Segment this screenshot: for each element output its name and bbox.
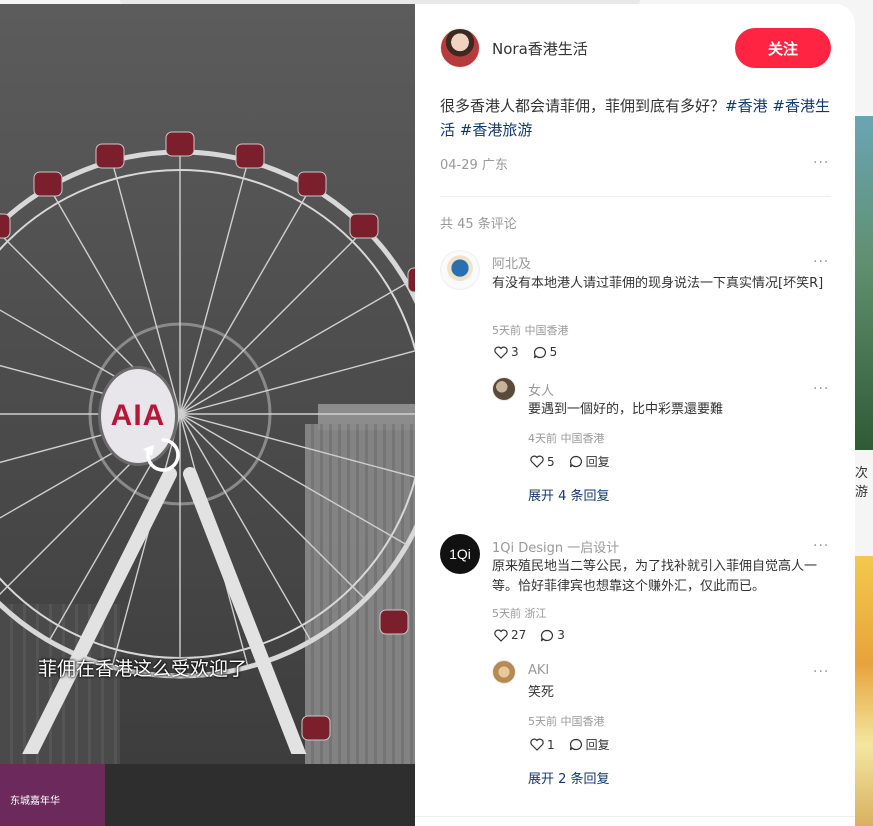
- reply-location: 中国香港: [560, 432, 605, 445]
- reply-label: 回复: [585, 455, 610, 469]
- comment-author[interactable]: 1Qi Design 一启设计: [492, 537, 619, 556]
- heart-icon: [494, 346, 508, 359]
- reply-actions: 5 回复: [530, 453, 624, 470]
- aia-logo: AIA: [110, 399, 166, 432]
- like-count: 3: [511, 345, 519, 359]
- comment-bubble-icon: [569, 738, 582, 751]
- comment-actions: 3 5: [494, 345, 571, 359]
- post-tag[interactable]: #香港: [725, 97, 768, 115]
- comment-avatar[interactable]: [440, 250, 480, 290]
- like-count: 27: [511, 628, 527, 642]
- like-count: 1: [547, 737, 555, 752]
- event-banner-text: 东城嘉年华: [10, 796, 60, 807]
- reply-avatar[interactable]: [492, 660, 516, 684]
- note-detail-panel: Nora香港生活 关注 很多香港人都会请菲佣，菲佣到底有多好？#香港 #香港生活…: [415, 4, 855, 826]
- comment-count: 共 45 条评论: [440, 217, 517, 232]
- author-info[interactable]: Nora香港生活: [440, 28, 588, 68]
- comment-bubble-icon: [541, 629, 554, 641]
- background-note-caption: 次游: [855, 466, 869, 500]
- comment-text: 原来殖民地当二等公民，为了找补就引入菲佣自觉高人一等。恰好菲律宾也想靠这个赚外汇…: [492, 559, 818, 594]
- reply-text: 要遇到一個好的，比中彩票還要難: [528, 402, 724, 417]
- event-banner: 东城嘉年华: [0, 764, 105, 826]
- post-date: 04-29: [440, 158, 478, 173]
- comment-avatar-text: 1Qi: [449, 546, 471, 562]
- author-name[interactable]: Nora香港生活: [492, 38, 588, 59]
- reply-actions: 1 回复: [530, 736, 624, 753]
- comment-time: 5天前: [492, 324, 521, 337]
- comment-location: 浙江: [524, 607, 547, 620]
- like-button[interactable]: 3: [494, 345, 519, 359]
- comment-meta: 5天前 浙江: [492, 605, 547, 621]
- expand-replies-button[interactable]: 展开 4 条回复: [528, 485, 610, 504]
- divider: [415, 816, 855, 817]
- reply-button[interactable]: 回复: [569, 736, 610, 753]
- reply-time: 5天前: [528, 715, 557, 728]
- divider: [440, 196, 831, 197]
- post-content: 很多香港人都会请菲佣，菲佣到底有多好？#香港 #香港生活 #香港旅游: [440, 94, 830, 142]
- reply-location: 中国香港: [560, 715, 605, 728]
- comment-meta: 5天前 中国香港: [492, 322, 569, 338]
- like-count: 5: [547, 454, 555, 469]
- reply-meta: 5天前 中国香港: [528, 713, 605, 729]
- post-location: 广东: [481, 158, 508, 173]
- like-button[interactable]: 5: [530, 455, 555, 469]
- comment-bubble-icon: [569, 455, 582, 468]
- reply-meta: 4天前 中国香港: [528, 430, 605, 446]
- video-player[interactable]: AIA 东城嘉年华 菲佣在香港这么受欢迎了: [0, 4, 415, 826]
- comment-text: 有没有本地港人请过菲佣的现身说法一下真实情况[坏笑R]: [492, 276, 824, 291]
- comment-more-icon[interactable]: ···: [813, 254, 829, 270]
- reply-label: 回复: [585, 738, 610, 752]
- reply-count: 5: [549, 345, 558, 359]
- comment-author[interactable]: 阿北及: [492, 253, 531, 272]
- like-button[interactable]: 1: [530, 738, 555, 752]
- background-note-card[interactable]: [855, 116, 873, 450]
- comment-actions: 27 3: [494, 628, 579, 642]
- follow-button[interactable]: 关注: [735, 28, 831, 68]
- reply-author[interactable]: AKI: [528, 663, 549, 678]
- post-more-icon[interactable]: ···: [813, 155, 829, 171]
- replay-icon[interactable]: [140, 432, 186, 478]
- reply-avatar[interactable]: [492, 377, 516, 401]
- heart-icon: [530, 738, 544, 751]
- reply-time: 4天前: [528, 432, 557, 445]
- reply-author[interactable]: 女人: [528, 380, 554, 399]
- reply-more-icon[interactable]: ···: [813, 664, 829, 680]
- comment-more-icon[interactable]: ···: [813, 538, 829, 554]
- like-button[interactable]: 27: [494, 628, 526, 642]
- reply-button[interactable]: 回复: [569, 453, 610, 470]
- post-text: 很多香港人都会请菲佣，菲佣到底有多好？: [440, 97, 726, 115]
- reply-count: 3: [557, 628, 565, 642]
- background-note-card[interactable]: [855, 556, 873, 826]
- heart-icon: [530, 455, 544, 468]
- comment-location: 中国香港: [524, 324, 569, 337]
- comment-avatar[interactable]: 1Qi: [440, 534, 480, 574]
- post-tag[interactable]: #香港旅游: [460, 121, 533, 139]
- reply-button[interactable]: 5: [533, 345, 558, 359]
- reply-text: 笑死: [528, 685, 555, 700]
- heart-icon: [494, 629, 508, 642]
- reply-more-icon[interactable]: ···: [813, 381, 829, 397]
- post-meta: 04-29 广东: [440, 154, 508, 173]
- comment-bubble-icon: [533, 346, 546, 358]
- reply-button[interactable]: 3: [540, 628, 565, 642]
- expand-replies-button[interactable]: 展开 2 条回复: [528, 768, 610, 787]
- comment-time: 5天前: [492, 607, 521, 620]
- video-subtitle: 菲佣在香港这么受欢迎了: [38, 658, 248, 680]
- author-avatar[interactable]: [440, 28, 480, 68]
